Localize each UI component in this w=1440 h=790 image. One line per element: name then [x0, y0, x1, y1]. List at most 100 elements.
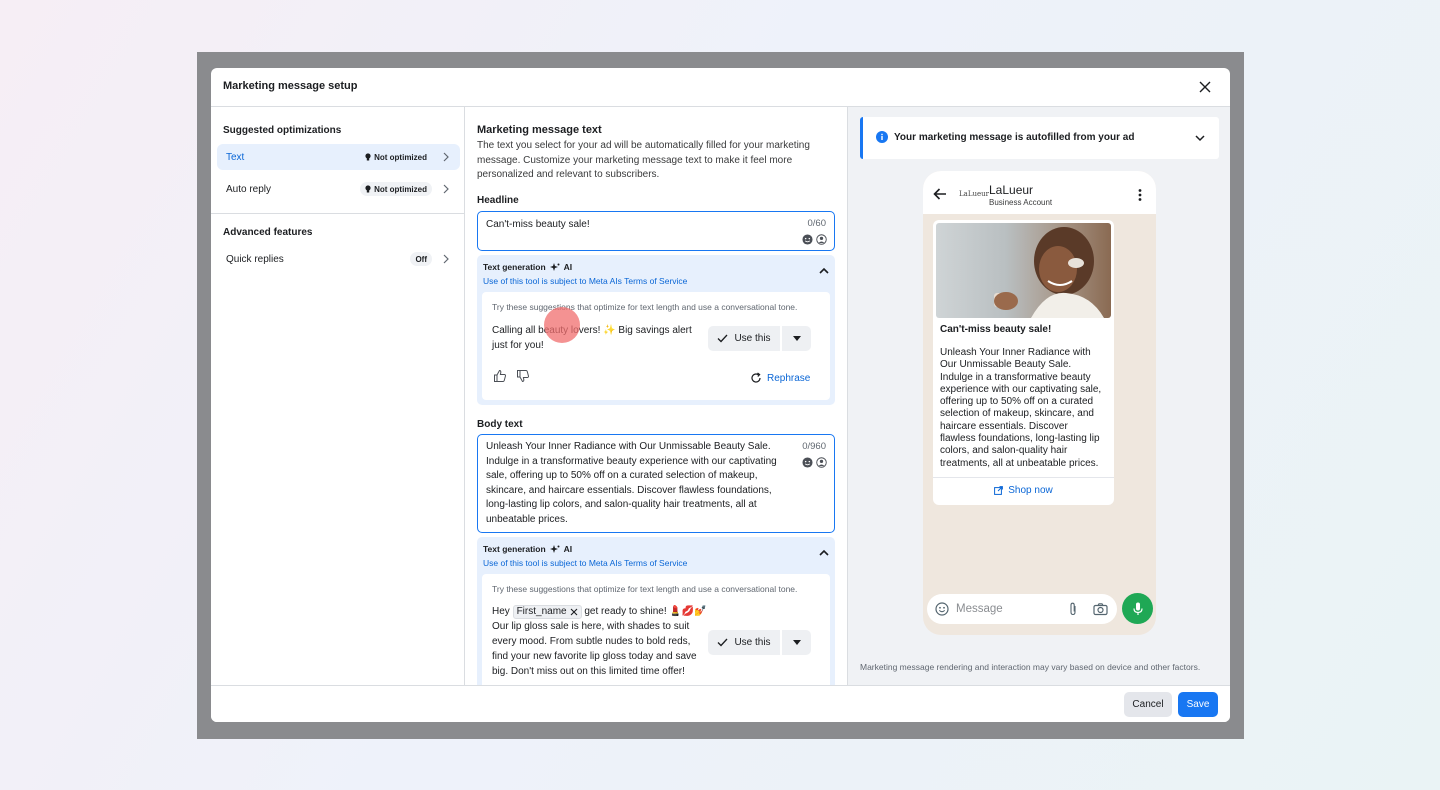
terms-link[interactable]: Use of this tool is subject to Meta AIs … [483, 558, 687, 568]
body-text-label: Body text [477, 419, 523, 430]
chevron-right-icon [443, 184, 449, 194]
thumbs-up-icon[interactable] [493, 369, 507, 383]
modal-header: Marketing message setup [211, 68, 1230, 107]
suggestion-line: find your new favorite lip gloss today a… [492, 651, 697, 662]
body-text-generation: Text generation AI Use of this tool is s… [477, 537, 835, 685]
use-this-button[interactable]: Use this [708, 326, 780, 351]
sidebar-item-label: Text [226, 151, 245, 163]
rephrase-button[interactable]: Rephrase [750, 372, 810, 384]
chevron-up-icon[interactable] [819, 267, 829, 275]
ad-image [936, 223, 1111, 318]
emoji-icon[interactable] [802, 457, 813, 468]
body-line: unbeatable prices. [486, 513, 568, 525]
message-text-editor: Marketing message text The text you sele… [466, 107, 847, 685]
suggestion-greeting-rest: get ready to shine! 💄💋💅 [584, 606, 707, 617]
sidebar-item-quick-replies[interactable]: Quick replies Off [217, 246, 460, 272]
status-badge: Not optimized [360, 182, 432, 196]
suggested-optimizations-title: Suggested optimizations [223, 125, 342, 136]
chevron-down-icon[interactable] [1195, 134, 1205, 142]
section-title: Marketing message text [477, 124, 602, 136]
text-generation-label: Text generation [483, 544, 546, 554]
bubble-body-line: Unleash Your Inner Radiance with [940, 347, 1091, 358]
token-label: First_name [516, 606, 567, 617]
body-line: Unleash Your Inner Radiance with Our Unm… [486, 441, 771, 452]
emoji-icon[interactable] [935, 602, 949, 616]
ai-label: AI [563, 262, 573, 272]
suggestion-text: Calling all beauty lovers! ✨ Big savings… [492, 323, 692, 353]
suggestion-hint: Try these suggestions that optimize for … [492, 302, 798, 312]
sidebar-item-text[interactable]: Text Not optimized [217, 144, 460, 170]
shop-now-button[interactable]: Shop now [933, 485, 1114, 496]
headline-input[interactable]: Can't-miss beauty sale! 0/60 [477, 211, 835, 251]
bubble-body-line: offering up to 50% off on a curated [940, 396, 1094, 408]
caret-down-icon [792, 640, 801, 645]
bubble-body-line: colors, and salon-quality hair [940, 445, 1068, 457]
back-arrow-icon[interactable] [933, 188, 947, 200]
chevron-up-icon[interactable] [819, 549, 829, 557]
suggestion-card: Try these suggestions that optimize for … [482, 292, 830, 400]
suggestion-line: every mood. From subtle nudes to bold re… [492, 636, 691, 647]
lightbulb-icon [365, 185, 371, 193]
headline-text-generation: Text generation AI Use of this tool is s… [477, 255, 835, 405]
suggestion-line: just for you! [492, 340, 544, 351]
phone-preview: LaLueur LaLueur Business Account Can't-m… [923, 171, 1156, 635]
bubble-body: Unleash Your Inner Radiance with Our Unm… [940, 347, 1112, 470]
use-this-button[interactable]: Use this [708, 630, 780, 655]
section-divider [211, 213, 465, 214]
lightbulb-icon [365, 153, 371, 161]
status-badge-label: Not optimized [374, 184, 427, 194]
body-line: sale, offering up to 50% off on a curate… [486, 470, 758, 481]
use-this-label: Use this [734, 637, 771, 648]
bubble-body-line: flawless foundations, long-lasting lip [940, 433, 1100, 445]
autofill-info-text: Your marketing message is autofilled fro… [894, 132, 1135, 143]
personalize-icon[interactable] [816, 457, 827, 468]
bubble-body-line: Our Unmissable Beauty Sale. [940, 359, 1072, 371]
suggestion-line: Our lip gloss sale is here, with shades … [492, 621, 690, 632]
sidebar-item-auto-reply[interactable]: Auto reply Not optimized [217, 176, 460, 202]
brand-logo: LaLueur [959, 190, 989, 198]
first-name-token[interactable]: First_name [512, 604, 582, 619]
chevron-right-icon [443, 254, 449, 264]
shop-now-label: Shop now [1008, 485, 1053, 496]
sparkle-icon [549, 544, 560, 553]
check-icon [717, 334, 728, 343]
advanced-features-title: Advanced features [223, 227, 313, 238]
section-description: The text you select for your ad will be … [477, 140, 810, 180]
camera-icon[interactable] [1093, 602, 1108, 616]
body-line: skincare, and haircare essentials. Disco… [486, 484, 772, 496]
use-this-dropdown[interactable] [782, 326, 811, 351]
status-badge: Off [410, 252, 432, 266]
emoji-icon[interactable] [802, 234, 813, 245]
personalize-icon[interactable] [816, 234, 827, 245]
microphone-icon [1132, 602, 1143, 615]
use-this-dropdown[interactable] [782, 630, 811, 655]
save-button[interactable]: Save [1178, 692, 1218, 717]
optimizations-sidebar: Suggested optimizations Text Not optimiz… [211, 107, 465, 685]
headline-value: Can't-miss beauty sale! [486, 219, 590, 230]
text-generation-title: Text generation AI [483, 544, 572, 554]
bubble-body-line: Indulge in a transformative beauty [940, 371, 1091, 383]
body-line: Indulge in a transformative beauty exper… [486, 455, 777, 467]
ai-label: AI [563, 544, 573, 554]
bubble-divider [933, 477, 1114, 478]
more-options-icon[interactable] [1138, 189, 1142, 201]
autofill-info-banner[interactable]: Your marketing message is autofilled fro… [860, 117, 1219, 159]
mic-button[interactable] [1122, 593, 1153, 624]
status-badge-label: Not optimized [374, 152, 427, 162]
close-button[interactable] [1196, 78, 1214, 96]
contact-subtitle: Business Account [989, 198, 1053, 207]
suggestion-card: Try these suggestions that optimize for … [482, 574, 830, 685]
thumbs-down-icon[interactable] [516, 369, 530, 383]
message-input[interactable]: Message [927, 594, 1117, 624]
body-text-input[interactable]: Unleash Your Inner Radiance with Our Unm… [477, 434, 835, 533]
contact-name: LaLueur [989, 183, 1034, 197]
close-icon[interactable] [570, 608, 578, 616]
attachment-icon[interactable] [1067, 602, 1079, 616]
modal-footer: Cancel Save [211, 685, 1230, 722]
text-generation-title: Text generation AI [483, 262, 572, 272]
headline-counter: 0/60 [807, 218, 827, 229]
message-bubble: Can't-miss beauty sale! Unleash Your Inn… [933, 220, 1114, 505]
cancel-button[interactable]: Cancel [1124, 692, 1172, 717]
terms-link[interactable]: Use of this tool is subject to Meta AIs … [483, 276, 687, 286]
sidebar-item-label: Auto reply [226, 183, 272, 195]
